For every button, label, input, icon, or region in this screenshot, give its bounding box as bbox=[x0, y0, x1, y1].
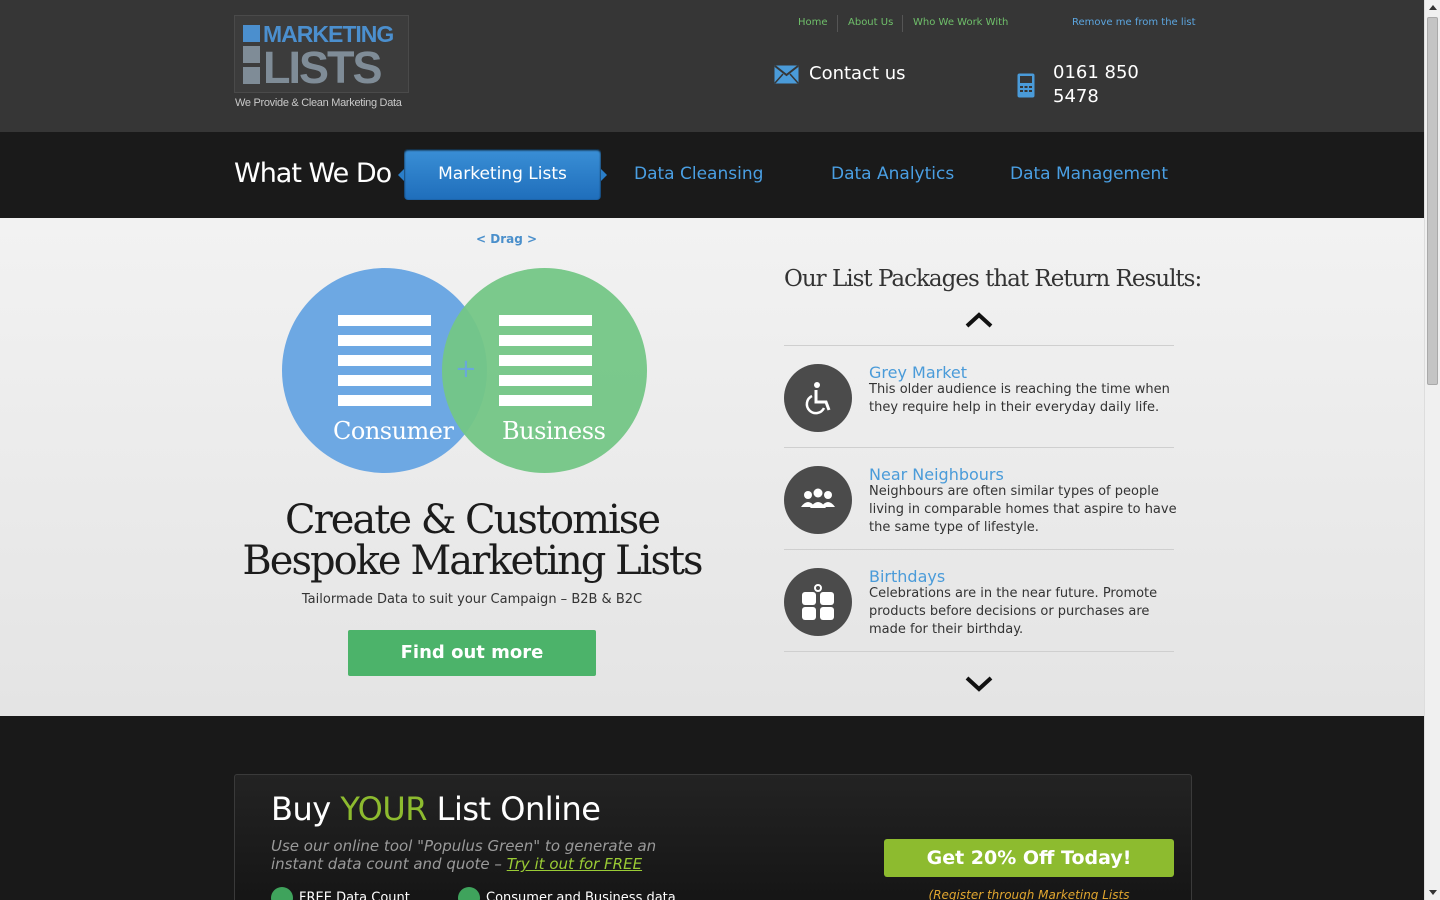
list-lines-icon bbox=[338, 315, 431, 415]
list-lines-icon bbox=[499, 315, 592, 415]
logo-square-icon bbox=[243, 46, 260, 63]
nav-item-data-management[interactable]: Data Management bbox=[1010, 163, 1168, 185]
envelope-icon bbox=[774, 65, 799, 84]
logo-tagline: We Provide & Clean Marketing Data bbox=[235, 97, 402, 109]
gift-icon bbox=[784, 568, 852, 636]
hero-title: Create & Customise Bespoke Marketing Lis… bbox=[242, 497, 703, 584]
phone-icon bbox=[1017, 73, 1035, 98]
logo-text-lists: LISTS bbox=[263, 42, 383, 93]
buy-online-box: Buy YOUR List Online Use our online tool… bbox=[234, 774, 1192, 900]
site-logo[interactable]: MARKETING LISTS bbox=[234, 15, 409, 93]
buy-title-your: YOUR bbox=[340, 790, 427, 828]
logo-square-icon bbox=[243, 25, 260, 42]
scroll-down-icon[interactable] bbox=[1425, 884, 1440, 900]
feature-free-data-count: FREE Data Count bbox=[271, 887, 410, 900]
vertical-scrollbar[interactable] bbox=[1424, 0, 1440, 900]
package-description: Celebrations are in the near future. Pro… bbox=[869, 586, 1158, 637]
package-name[interactable]: Near Neighbours bbox=[869, 465, 1004, 485]
venn-diagram[interactable]: + Consumer Business bbox=[282, 268, 648, 474]
nav-item-data-cleansing[interactable]: Data Cleansing bbox=[634, 163, 763, 185]
plus-icon: + bbox=[455, 354, 477, 384]
divider bbox=[837, 15, 838, 32]
buy-title-post: List Online bbox=[426, 790, 601, 828]
check-icon bbox=[458, 887, 480, 900]
chevron-up-icon[interactable] bbox=[964, 310, 994, 330]
logo-square-icon bbox=[243, 67, 260, 84]
main-nav: What We Do Marketing Lists Data Cleansin… bbox=[0, 132, 1424, 218]
contact-us-label: Contact us bbox=[809, 63, 906, 84]
feature-consumer-business: Consumer and Business data bbox=[458, 887, 676, 900]
hero-subtitle: Tailormade Data to suit your Campaign – … bbox=[301, 592, 643, 607]
feature-label: Consumer and Business data bbox=[486, 890, 676, 900]
business-label: Business bbox=[502, 417, 606, 445]
site-header: MARKETING LISTS We Provide & Clean Marke… bbox=[0, 0, 1424, 132]
get-discount-button[interactable]: Get 20% Off Today! bbox=[884, 839, 1174, 877]
package-name[interactable]: Grey Market bbox=[869, 363, 967, 383]
buy-online-section: Buy YOUR List Online Use our online tool… bbox=[0, 716, 1424, 900]
packages-title: Our List Packages that Return Results: bbox=[784, 266, 1202, 292]
people-group-icon bbox=[784, 466, 852, 534]
chevron-down-icon[interactable] bbox=[964, 674, 994, 694]
remove-me-link[interactable]: Remove me from the list bbox=[1072, 16, 1196, 30]
drag-hint[interactable]: < Drag > bbox=[476, 232, 537, 246]
hero-section: < Drag > + Consumer Business Create & Cu… bbox=[0, 218, 1424, 716]
list-item[interactable]: Near Neighbours Neighbours are often sim… bbox=[784, 448, 1177, 550]
packages-list: Grey Market This older audience is reach… bbox=[784, 345, 1177, 652]
buy-title: Buy YOUR List Online bbox=[271, 789, 601, 829]
buy-description: Use our online tool "Populus Green" to g… bbox=[271, 837, 691, 873]
register-note[interactable]: (Register through Marketing Lists bbox=[884, 887, 1174, 900]
list-item[interactable]: Grey Market This older audience is reach… bbox=[784, 346, 1174, 448]
top-link-home[interactable]: Home bbox=[798, 16, 828, 30]
package-description: This older audience is reaching the time… bbox=[869, 382, 1170, 415]
nav-item-marketing-lists[interactable]: Marketing Lists bbox=[398, 149, 607, 200]
package-description: Neighbours are often similar types of pe… bbox=[869, 484, 1177, 535]
consumer-label: Consumer bbox=[333, 417, 454, 445]
list-item[interactable]: Birthdays Celebrations are in the near f… bbox=[784, 550, 1174, 652]
nav-item-data-analytics[interactable]: Data Analytics bbox=[831, 163, 954, 185]
scroll-up-icon[interactable] bbox=[1425, 0, 1440, 16]
package-name[interactable]: Birthdays bbox=[869, 567, 945, 587]
page: MARKETING LISTS We Provide & Clean Marke… bbox=[0, 0, 1424, 900]
feature-label: FREE Data Count bbox=[299, 890, 410, 900]
try-free-link[interactable]: Try it out for FREE bbox=[507, 855, 642, 873]
phone-number[interactable]: 0161 850 5478 bbox=[1053, 61, 1163, 109]
top-link-who-we-work-with[interactable]: Who We Work With bbox=[913, 16, 1008, 30]
check-icon bbox=[271, 887, 293, 900]
nav-item-label: Marketing Lists bbox=[438, 164, 567, 184]
find-out-more-button[interactable]: Find out more bbox=[348, 630, 596, 676]
scrollbar-thumb[interactable] bbox=[1427, 17, 1438, 385]
top-link-about[interactable]: About Us bbox=[848, 16, 893, 30]
divider bbox=[902, 15, 903, 32]
wheelchair-icon bbox=[784, 364, 852, 432]
buy-title-pre: Buy bbox=[271, 790, 341, 828]
nav-heading: What We Do bbox=[234, 158, 392, 189]
